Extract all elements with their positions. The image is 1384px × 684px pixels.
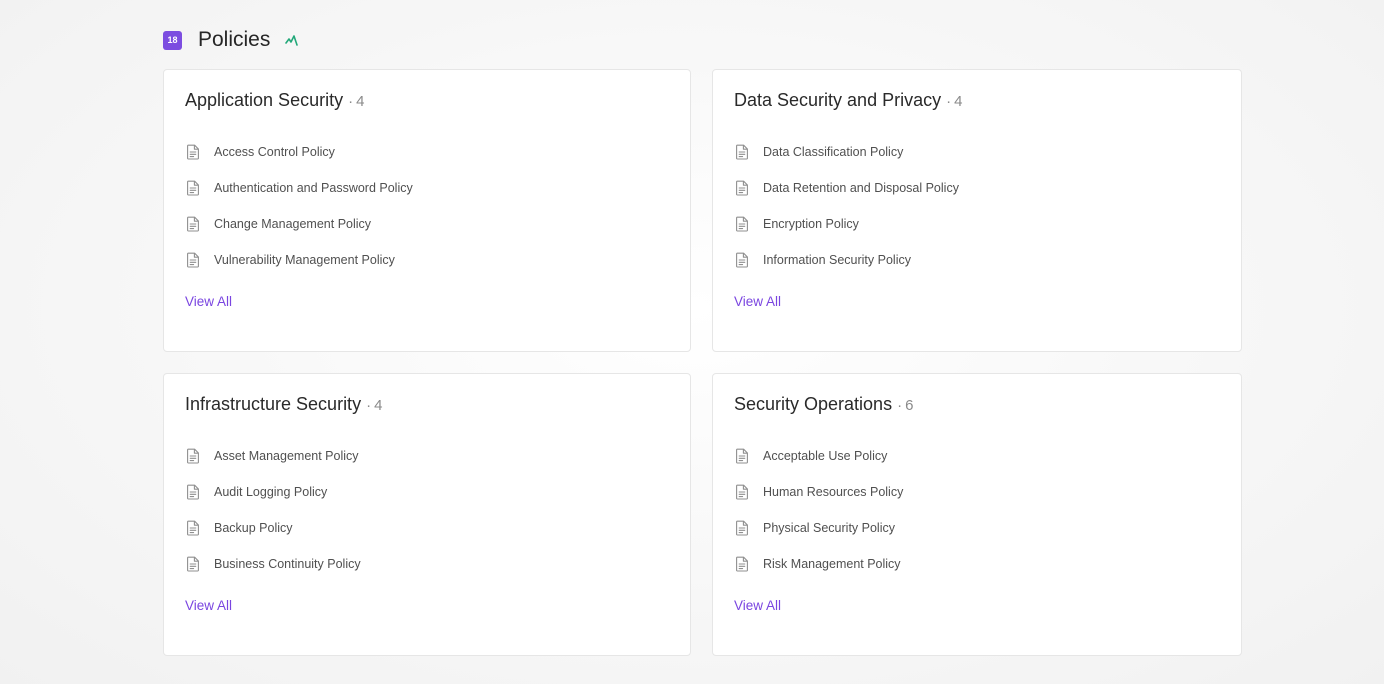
policy-label: Change Management Policy <box>214 217 372 231</box>
policy-label: Risk Management Policy <box>763 557 901 571</box>
policy-label: Physical Security Policy <box>763 521 895 535</box>
policy-count-badge: 18 <box>163 30 182 50</box>
policy-label: Business Continuity Policy <box>214 557 361 571</box>
policy-item[interactable]: Audit Logging Policy <box>185 474 669 510</box>
policy-item[interactable]: Vulnerability Management Policy <box>185 242 669 278</box>
card-count: 6 <box>905 397 914 414</box>
policy-label: Asset Management Policy <box>214 449 359 463</box>
document-icon <box>735 520 751 536</box>
card-title: Security Operations <box>734 394 893 414</box>
policy-label: Authentication and Password Policy <box>214 181 413 195</box>
policy-item[interactable]: Information Security Policy <box>734 242 1220 278</box>
document-icon <box>735 556 751 572</box>
page-header: 18 Policies <box>163 25 1242 55</box>
document-icon <box>735 484 751 500</box>
policy-item[interactable]: Risk Management Policy <box>734 546 1220 582</box>
document-icon <box>735 448 751 464</box>
card-separator: · <box>946 93 952 110</box>
policy-item[interactable]: Data Classification Policy <box>734 134 1220 170</box>
policy-item[interactable]: Access Control Policy <box>185 134 669 170</box>
policy-label: Backup Policy <box>214 521 293 535</box>
document-icon <box>186 520 202 536</box>
policy-item[interactable]: Data Retention and Disposal Policy <box>734 170 1220 206</box>
policy-item[interactable]: Asset Management Policy <box>185 438 669 474</box>
policy-groups-grid: Application Security · 4 Access Control … <box>163 69 1242 656</box>
document-icon <box>186 180 202 196</box>
policy-item[interactable]: Human Resources Policy <box>734 474 1220 510</box>
document-icon <box>735 144 751 160</box>
policy-item[interactable]: Backup Policy <box>185 510 669 546</box>
card-count: 4 <box>374 397 383 414</box>
policy-group-card: Data Security and Privacy · 4 Data Class… <box>712 69 1242 352</box>
policy-list: Asset Management Policy Audit Logging Po… <box>185 438 669 582</box>
view-all-link[interactable]: View All <box>185 598 232 613</box>
policy-label: Audit Logging Policy <box>214 485 328 499</box>
policy-label: Access Control Policy <box>214 145 335 159</box>
page-title: Policies <box>198 28 271 51</box>
card-count: 4 <box>356 93 365 110</box>
view-all-link[interactable]: View All <box>734 598 781 613</box>
document-icon <box>735 216 751 232</box>
policy-label: Data Classification Policy <box>763 145 904 159</box>
card-separator: · <box>897 397 903 414</box>
policy-label: Vulnerability Management Policy <box>214 253 395 267</box>
card-header: Security Operations · 6 <box>734 394 1220 416</box>
document-icon <box>735 252 751 268</box>
card-title: Data Security and Privacy <box>734 90 942 110</box>
policy-list: Acceptable Use Policy Human Resources Po… <box>734 438 1220 582</box>
policy-item[interactable]: Change Management Policy <box>185 206 669 242</box>
card-count: 4 <box>954 93 963 110</box>
document-icon <box>186 556 202 572</box>
policy-item[interactable]: Encryption Policy <box>734 206 1220 242</box>
policy-list: Access Control Policy Authentication and… <box>185 134 669 278</box>
document-icon <box>186 144 202 160</box>
document-icon <box>186 216 202 232</box>
document-icon <box>186 448 202 464</box>
policy-list: Data Classification Policy Data Retentio… <box>734 134 1220 278</box>
policy-item[interactable]: Authentication and Password Policy <box>185 170 669 206</box>
policy-group-card: Application Security · 4 Access Control … <box>163 69 691 352</box>
document-icon <box>186 252 202 268</box>
policy-label: Encryption Policy <box>763 217 859 231</box>
policy-item[interactable]: Business Continuity Policy <box>185 546 669 582</box>
policy-label: Human Resources Policy <box>763 485 904 499</box>
policies-page: 18 Policies Application Security · 4 Acc… <box>163 25 1242 656</box>
view-all-link[interactable]: View All <box>185 294 232 309</box>
card-separator: · <box>348 93 354 110</box>
view-all-link[interactable]: View All <box>734 294 781 309</box>
policy-item[interactable]: Acceptable Use Policy <box>734 438 1220 474</box>
policy-group-card: Security Operations · 6 Acceptable Use P… <box>712 373 1242 656</box>
policy-group-card: Infrastructure Security · 4 Asset Manage… <box>163 373 691 656</box>
policy-label: Data Retention and Disposal Policy <box>763 181 959 195</box>
card-header: Data Security and Privacy · 4 <box>734 90 1220 112</box>
trend-up-icon <box>284 33 298 47</box>
card-header: Infrastructure Security · 4 <box>185 394 669 416</box>
document-icon <box>186 484 202 500</box>
policy-item[interactable]: Physical Security Policy <box>734 510 1220 546</box>
card-header: Application Security · 4 <box>185 90 669 112</box>
policy-label: Acceptable Use Policy <box>763 449 888 463</box>
document-icon <box>735 180 751 196</box>
card-title: Application Security <box>185 90 344 110</box>
card-title: Infrastructure Security <box>185 394 362 414</box>
policy-label: Information Security Policy <box>763 253 911 267</box>
card-separator: · <box>366 397 372 414</box>
